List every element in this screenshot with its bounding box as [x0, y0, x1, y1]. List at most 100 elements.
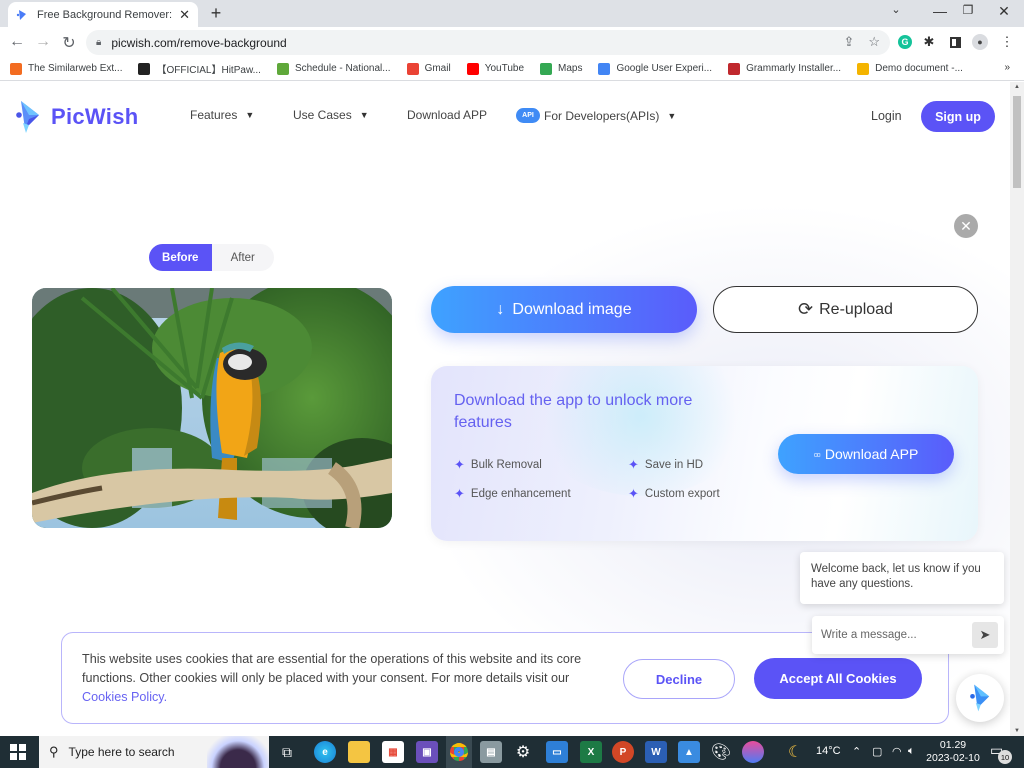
meet-now-icon[interactable]: ▢: [872, 745, 882, 758]
sparkle-icon: ✦: [454, 457, 465, 472]
download-app-button[interactable]: ▫▫ Download APP: [778, 434, 954, 474]
login-link[interactable]: Login: [871, 109, 902, 123]
bookmark-item[interactable]: Demo document -...: [857, 62, 963, 75]
send-icon[interactable]: ➤: [972, 622, 998, 648]
address-bar[interactable]: 🔒︎ picwish.com/remove-background ⇪ ☆: [86, 30, 890, 55]
wifi-icon[interactable]: ◠: [892, 745, 902, 758]
signup-button[interactable]: Sign up: [921, 101, 995, 132]
extensions-puzzle-icon[interactable]: ✱: [920, 33, 938, 51]
chat-launcher-button[interactable]: [956, 674, 1004, 722]
clock-time: 01.29: [939, 739, 967, 751]
system-clock[interactable]: 01.29 2023-02-10: [924, 739, 982, 765]
nav-features[interactable]: Features ▼: [190, 108, 254, 122]
teams-icon[interactable]: ▣: [416, 741, 438, 763]
browser-menu-icon[interactable]: ⋮: [998, 33, 1016, 51]
grammarly-extension-icon[interactable]: G: [896, 33, 914, 51]
bookmark-item[interactable]: Google User Experi...: [598, 62, 713, 75]
similarweb-icon: [10, 62, 22, 75]
nav-use-cases[interactable]: Use Cases ▼: [293, 108, 369, 122]
calculator-icon[interactable]: ▤: [480, 741, 502, 763]
logo-text: PicWish: [51, 104, 139, 129]
section-heading-partial: [248, 724, 255, 736]
minimize-button[interactable]: —: [928, 3, 952, 19]
chat-message-input[interactable]: [821, 629, 971, 641]
feature-item: ✦ Bulk Removal: [454, 457, 542, 473]
youtube-icon: [466, 62, 479, 75]
taskbar-search-placeholder: Type here to search: [68, 745, 175, 759]
paint-icon[interactable]: 🎨︎: [710, 741, 732, 763]
close-window-button[interactable]: ✕: [992, 3, 1016, 20]
cookies-policy-link[interactable]: Cookies Policy.: [82, 690, 167, 704]
bookmark-item[interactable]: YouTube: [466, 62, 524, 75]
bookmarks-bar: The Similarweb Ext... 【OFFICIAL】HitPaw...…: [0, 57, 1024, 81]
side-panel-icon[interactable]: [946, 33, 964, 51]
scrollbar-thumb[interactable]: [1013, 96, 1021, 188]
back-button[interactable]: ←: [8, 33, 26, 51]
taskbar-search-box[interactable]: ⚲ Type here to search: [39, 736, 269, 768]
grammarly-installer-icon: [728, 62, 741, 75]
download-image-button[interactable]: ↓ Download image: [431, 286, 697, 333]
bookmark-item[interactable]: Schedule - National...: [276, 62, 391, 75]
scroll-up-arrow[interactable]: ▲: [1010, 84, 1024, 90]
close-tab-icon[interactable]: ✕: [179, 7, 190, 23]
chrome-taskbar-icon[interactable]: [446, 736, 472, 768]
reupload-button[interactable]: ⟳ Re-upload: [713, 286, 978, 333]
close-result-button[interactable]: ✕: [954, 214, 978, 238]
microsoft-store-icon[interactable]: ▦: [382, 741, 404, 763]
share-icon[interactable]: ⇪: [843, 34, 854, 50]
search-icon: ⚲: [49, 744, 59, 759]
bookmark-item[interactable]: Maps: [540, 62, 583, 75]
bookmark-item[interactable]: The Similarweb Ext...: [10, 62, 122, 75]
page-content: PicWish Features ▼ Use Cases ▼ Download …: [0, 82, 1010, 736]
picwish-logo[interactable]: PicWish: [15, 99, 138, 135]
maps-icon: [540, 62, 552, 75]
sparkle-icon: ✦: [454, 486, 465, 501]
accept-all-cookies-button[interactable]: Accept All Cookies: [754, 658, 922, 699]
edge-icon[interactable]: e: [314, 741, 336, 763]
remote-desktop-icon[interactable]: ▭: [546, 741, 568, 763]
notification-center-icon[interactable]: ▭ 10: [990, 742, 1012, 764]
settings-gear-icon[interactable]: ⚙: [512, 741, 534, 763]
browser-tab[interactable]: Free Background Remover: Remo ✕: [8, 2, 198, 27]
browser-toolbar: ← → ↻ 🔒︎ picwish.com/remove-background ⇪…: [0, 27, 1024, 57]
hitpaw-icon: [138, 62, 151, 75]
windows-start-button[interactable]: [10, 744, 26, 765]
photos-icon[interactable]: ▲: [678, 741, 700, 763]
show-hidden-icons-icon[interactable]: ⌃: [852, 745, 861, 758]
reload-button[interactable]: ↻: [60, 33, 78, 53]
volume-icon[interactable]: 🔈︎: [908, 745, 915, 758]
decline-cookies-button[interactable]: Decline: [623, 659, 735, 699]
bookmark-label: Demo document -...: [875, 63, 963, 74]
tab-search-icon[interactable]: ⌄: [884, 3, 908, 16]
powerpoint-icon[interactable]: P: [612, 741, 634, 763]
word-icon[interactable]: W: [645, 741, 667, 763]
excel-icon[interactable]: X: [580, 741, 602, 763]
restore-button[interactable]: ❐: [956, 3, 980, 17]
toggle-before[interactable]: Before: [149, 244, 212, 271]
nav-developers-label: For Developers(APIs): [544, 108, 660, 123]
weather-temp[interactable]: 14°C: [816, 745, 841, 757]
weather-icon[interactable]: ☾: [788, 742, 802, 762]
file-explorer-icon[interactable]: [348, 741, 370, 763]
toggle-after[interactable]: After: [212, 244, 275, 271]
bookmark-label: Maps: [558, 63, 583, 74]
scroll-down-arrow[interactable]: ▼: [1010, 728, 1024, 734]
bookmark-item[interactable]: 【OFFICIAL】HitPaw...: [138, 61, 261, 76]
nav-developers[interactable]: API For Developers(APIs) ▼: [516, 108, 676, 123]
bookmark-item[interactable]: Gmail: [406, 62, 451, 75]
profile-avatar-icon[interactable]: ●: [971, 33, 989, 51]
more-bookmarks-button[interactable]: »: [1004, 62, 1010, 73]
bookmark-star-icon[interactable]: ☆: [868, 34, 880, 50]
paint-3d-icon[interactable]: [742, 741, 764, 763]
google-icon: [598, 62, 611, 75]
forward-button[interactable]: →: [34, 33, 52, 51]
bookmark-label: Google User Experi...: [616, 63, 713, 74]
refresh-icon: ⟳: [798, 299, 814, 319]
chat-welcome-message: Welcome back, let us know if you have an…: [800, 552, 1004, 604]
new-tab-button[interactable]: +: [206, 3, 226, 24]
feature-label: Save in HD: [644, 459, 704, 471]
bookmark-item[interactable]: Grammarly Installer...: [728, 62, 841, 75]
task-view-icon[interactable]: ⧉: [276, 741, 298, 763]
page-scrollbar[interactable]: ▲ ▼: [1010, 82, 1024, 736]
nav-download-app[interactable]: Download APP: [407, 108, 487, 122]
